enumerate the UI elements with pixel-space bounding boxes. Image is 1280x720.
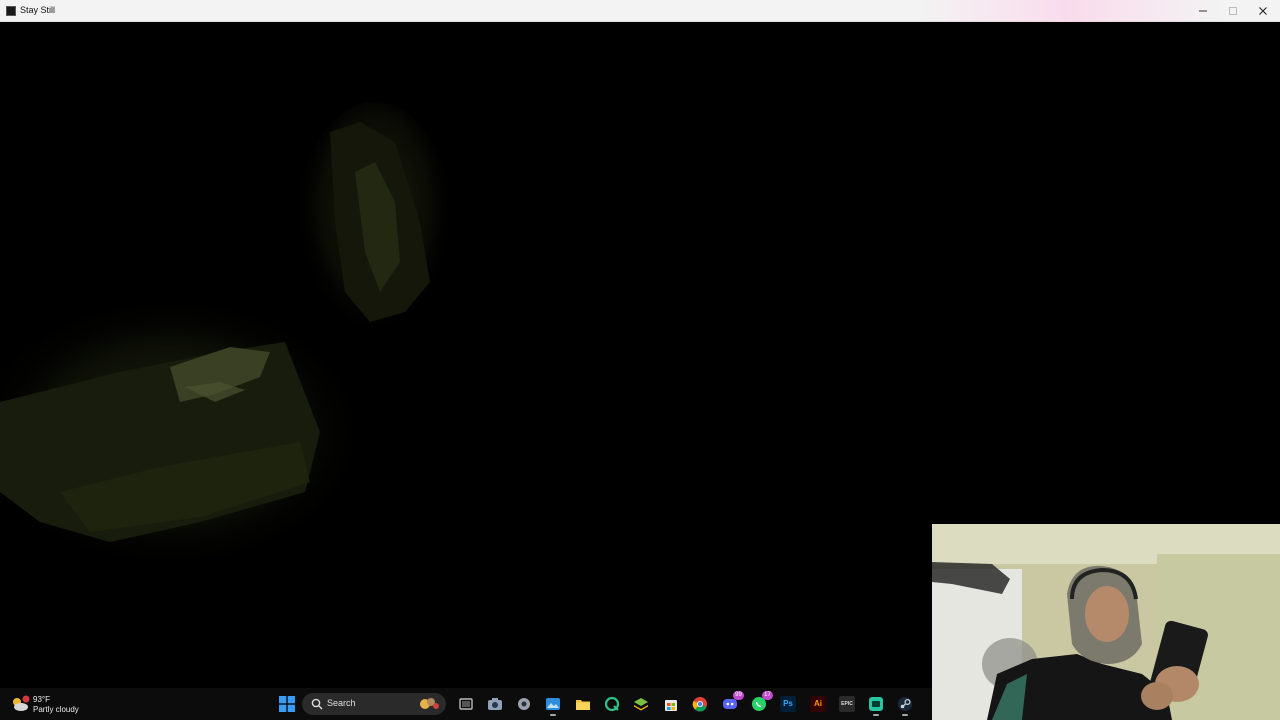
windows-start-icon[interactable]	[279, 696, 295, 712]
photoshop-icon[interactable]: Ps	[780, 696, 796, 712]
search-highlight-icon	[420, 698, 439, 709]
settings-icon[interactable]	[516, 696, 532, 712]
weather-temperature: 93°F	[33, 695, 50, 704]
window-titlebar: Stay Still	[0, 0, 1280, 22]
face	[1085, 586, 1129, 642]
discord-icon[interactable]: 99	[722, 691, 744, 712]
layers-app-icon[interactable]	[633, 696, 649, 712]
weather-condition: Partly cloudy	[33, 705, 79, 714]
photoshop-label: Ps	[780, 696, 796, 712]
discord-badge: 99	[733, 691, 744, 700]
maximize-button[interactable]	[1218, 0, 1248, 22]
search-icon	[311, 698, 323, 710]
weather-icon	[13, 695, 30, 711]
file-explorer-icon[interactable]	[575, 696, 591, 712]
camera-icon[interactable]	[487, 696, 503, 712]
close-button[interactable]	[1248, 0, 1278, 22]
webcam-overlay	[932, 524, 1280, 720]
task-view-icon[interactable]	[458, 696, 474, 712]
active-indicator	[902, 714, 908, 716]
maximize-icon	[1229, 7, 1237, 16]
minimize-button[interactable]	[1188, 0, 1218, 22]
app-green-icon[interactable]	[868, 696, 884, 716]
close-icon	[1259, 7, 1267, 15]
minimize-icon	[1199, 10, 1207, 12]
webcam-feed	[932, 524, 1280, 720]
active-indicator	[550, 714, 556, 716]
epic-games-icon[interactable]: EPIC	[839, 696, 855, 712]
illustrator-label: Ai	[810, 696, 826, 712]
store-icon[interactable]	[663, 696, 679, 712]
app-icon	[6, 6, 16, 16]
steam-icon[interactable]	[897, 696, 913, 716]
hand-2	[1141, 682, 1173, 710]
photos-icon[interactable]	[545, 696, 561, 716]
chrome-icon[interactable]	[692, 696, 708, 712]
whatsapp-icon[interactable]: 17	[751, 691, 773, 712]
window-title: Stay Still	[20, 5, 56, 15]
whatsapp-badge: 17	[762, 691, 773, 700]
titlebar-glow	[920, 0, 1220, 22]
epic-label: EPIC	[839, 696, 855, 712]
search-box[interactable]: Search	[302, 693, 446, 715]
illustrator-icon[interactable]: Ai	[810, 696, 826, 712]
taskbar: 93°F Partly cloudy Search 99 17 Ps Ai EP…	[0, 688, 932, 720]
app-q-icon[interactable]	[604, 696, 620, 712]
search-label: Search	[327, 698, 356, 708]
active-indicator	[873, 714, 879, 716]
